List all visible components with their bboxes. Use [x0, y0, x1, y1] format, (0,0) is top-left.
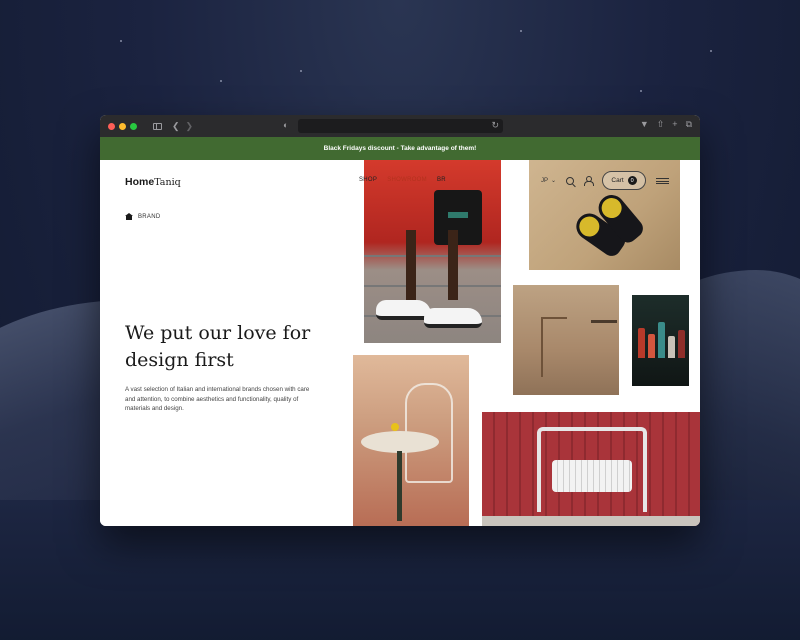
nav-item-showroom[interactable]: SHOWROOM — [387, 177, 427, 183]
reload-icon[interactable]: ↻ — [491, 120, 499, 131]
shield-icon[interactable]: ◐ — [283, 120, 288, 130]
leg — [406, 230, 416, 300]
photo-bottles — [632, 295, 689, 386]
sneaker — [424, 308, 482, 328]
handbag — [434, 190, 482, 245]
back-icon[interactable]: ❮ — [172, 121, 180, 132]
star — [300, 70, 302, 72]
flower — [391, 423, 399, 431]
nav-item-shop[interactable]: SHOP — [359, 177, 377, 183]
stair-line — [364, 255, 501, 257]
promo-banner[interactable]: Black Fridays discount - Take advantage … — [100, 137, 700, 160]
sneaker — [376, 300, 431, 320]
close-window-button[interactable] — [108, 122, 115, 130]
bottle — [638, 328, 645, 358]
bottle — [648, 334, 655, 358]
search-icon[interactable] — [566, 176, 575, 185]
star — [710, 50, 712, 52]
bottle — [668, 336, 675, 358]
language-code: JP — [541, 177, 549, 184]
star — [120, 40, 122, 42]
star — [520, 30, 522, 32]
main-nav: SHOP SHOWROOM BR — [359, 177, 446, 183]
table-leg — [397, 451, 402, 521]
tabs-icon[interactable]: ⧉ — [686, 119, 692, 130]
ground — [482, 516, 700, 526]
hero-description: A vast selection of Italian and internat… — [125, 386, 310, 412]
leg — [448, 230, 458, 300]
round-table — [361, 431, 439, 453]
sidebar-icon[interactable] — [153, 122, 162, 130]
browser-window: ❮ ❯ ◐ ↻ ▼ ⇧ + ⧉ Black Fridays discount -… — [100, 115, 700, 526]
nav-item-brands[interactable]: BR — [437, 177, 446, 183]
chevron-down-icon: ⌄ — [551, 178, 557, 184]
bottle — [658, 322, 665, 358]
minimize-window-button[interactable] — [119, 122, 126, 130]
share-icon[interactable]: ⇧ — [657, 119, 665, 130]
hero-headline: We put our love for design first — [125, 322, 311, 371]
home-icon[interactable] — [125, 213, 133, 220]
bottle — [678, 330, 685, 358]
address-bar[interactable]: ↻ — [298, 119, 503, 133]
header-tools: JP ⌄ Cart 0 — [541, 171, 670, 190]
star — [640, 90, 642, 92]
cart-button[interactable]: Cart 0 — [602, 171, 647, 190]
menu-icon[interactable] — [656, 177, 670, 184]
language-selector[interactable]: JP ⌄ — [541, 177, 557, 185]
photo-cafe-table — [353, 355, 469, 526]
new-tab-icon[interactable]: + — [672, 119, 677, 130]
promo-banner-text: Black Fridays discount - Take advantage … — [323, 145, 477, 152]
swing-seat — [552, 460, 632, 492]
photo-wooden-chair — [513, 285, 619, 395]
star — [220, 80, 222, 82]
zoom-window-button[interactable] — [130, 122, 137, 130]
stair-line — [364, 285, 501, 287]
side-table — [591, 320, 617, 323]
logo-bold-text: Home — [125, 176, 155, 188]
user-icon[interactable] — [584, 176, 595, 186]
breadcrumb: BRAND — [125, 213, 161, 220]
page-content: HomeTaniq SHOP SHOWROOM BR JP ⌄ Cart 0 B — [100, 160, 700, 526]
download-icon[interactable]: ▼ — [640, 119, 649, 130]
breadcrumb-label[interactable]: BRAND — [138, 214, 161, 220]
photo-porch-swing — [482, 412, 700, 526]
forward-icon[interactable]: ❯ — [186, 121, 194, 132]
site-logo[interactable]: HomeTaniq — [125, 176, 181, 188]
logo-light-text: Taniq — [154, 177, 181, 188]
photo-red-dress-sneakers — [364, 160, 501, 343]
cart-count-badge: 0 — [627, 176, 637, 185]
browser-toolbar: ❮ ❯ ◐ ↻ ▼ ⇧ + ⧉ — [100, 115, 700, 137]
cart-label: Cart — [611, 177, 624, 184]
chair — [541, 317, 567, 377]
